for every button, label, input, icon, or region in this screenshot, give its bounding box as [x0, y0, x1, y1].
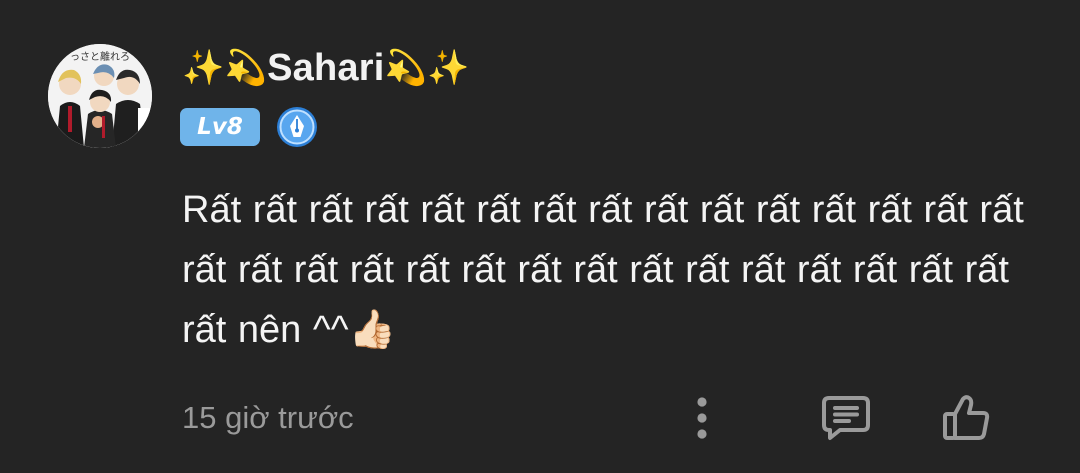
- pen-nib-medal-icon: [277, 107, 317, 147]
- comment-body: Rất rất rất rất rất rất rất rất rất rất …: [182, 189, 1024, 351]
- more-options-button[interactable]: [682, 392, 722, 444]
- avatar-caption: っさと離れろ: [70, 50, 130, 63]
- username[interactable]: ✨💫 Sahari 💫✨: [182, 40, 470, 96]
- avatar-image: っさと離れろ: [48, 44, 152, 148]
- reply-button[interactable]: [816, 392, 876, 444]
- level-badge: Lv8: [180, 108, 260, 146]
- user-badges: Lv8: [180, 106, 318, 148]
- sparkles-emoji: ✨💫: [182, 49, 268, 87]
- comment-timestamp: 15 giờ trước: [182, 400, 354, 435]
- vertical-dots-icon: [697, 397, 707, 439]
- comment-item: っさと離れろ ✨💫 Sahari 💫✨ Lv8 Rất rất rất rất …: [0, 0, 1080, 473]
- comment-bubble-icon: [822, 396, 870, 440]
- sparkles-emoji: 💫✨: [384, 49, 470, 87]
- thumbs-up-icon: [943, 395, 990, 440]
- like-button[interactable]: [936, 392, 996, 444]
- avatar[interactable]: っさと離れろ: [48, 44, 152, 148]
- username-text: Sahari: [267, 46, 385, 89]
